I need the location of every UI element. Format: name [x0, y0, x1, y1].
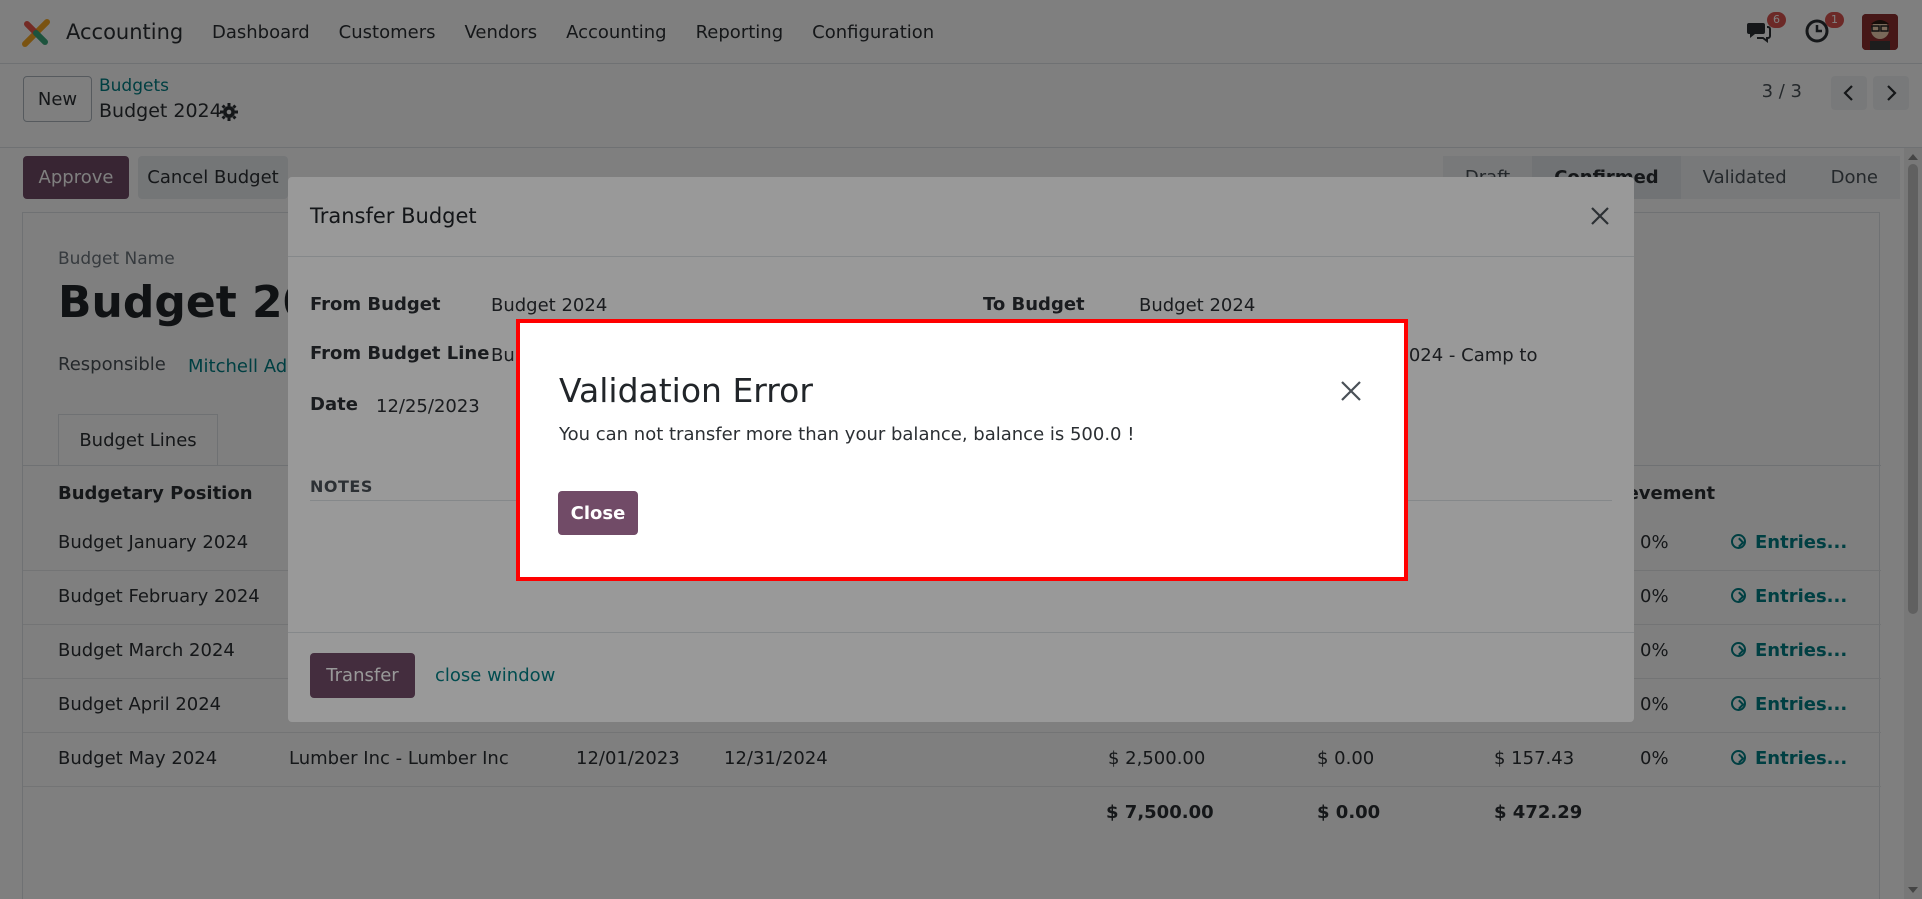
from-budget-line-label: From Budget Line — [310, 343, 490, 364]
close-button[interactable]: Close — [558, 491, 638, 535]
close-icon[interactable] — [1338, 378, 1364, 404]
from-budget-field[interactable]: Budget 2024 — [491, 295, 607, 316]
to-budget-field[interactable]: Budget 2024 — [1139, 295, 1255, 316]
validation-error-dialog: Validation Error You can not transfer mo… — [516, 319, 1408, 581]
to-budget-label: To Budget — [983, 294, 1085, 315]
notes-label: NOTES — [310, 477, 373, 496]
error-message: You can not transfer more than your bala… — [559, 424, 1135, 445]
close-window-link[interactable]: close window — [435, 665, 555, 686]
dialog-header: Transfer Budget — [288, 177, 1634, 257]
dialog-title: Transfer Budget — [310, 204, 477, 228]
error-title: Validation Error — [559, 371, 813, 410]
from-budget-label: From Budget — [310, 294, 441, 315]
close-icon[interactable] — [1588, 204, 1612, 228]
transfer-button[interactable]: Transfer — [310, 653, 415, 698]
dialog-footer: Transfer close window — [288, 632, 1634, 722]
date-field[interactable]: 12/25/2023 — [376, 396, 480, 417]
date-label: Date — [310, 394, 358, 415]
from-budget-line-field[interactable]: Bu — [491, 345, 515, 366]
